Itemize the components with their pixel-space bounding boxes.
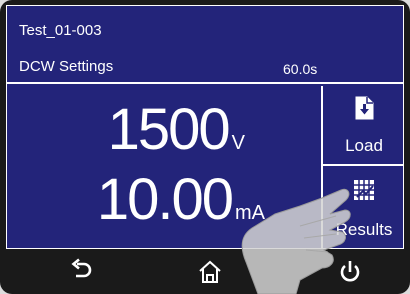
readout-panel[interactable]: 1500 V 10.00 mA <box>7 86 321 248</box>
header-panel: Test_01-003 DCW Settings 60.0s <box>7 6 403 84</box>
device-bezel: Test_01-003 DCW Settings 60.0s 1500 V 10.… <box>0 0 410 294</box>
results-grid-icon <box>354 180 374 200</box>
load-button[interactable]: Load <box>323 86 403 166</box>
power-icon[interactable] <box>336 258 364 286</box>
voltage-value: 1500 <box>107 97 231 162</box>
time-readout: 60.0s <box>283 61 318 77</box>
load-file-icon <box>355 96 374 120</box>
current-unit: mA <box>235 202 265 224</box>
test-name: Test_01-003 <box>19 22 102 39</box>
back-arrow-icon[interactable] <box>68 258 96 286</box>
side-panel: Load Results <box>321 86 403 248</box>
bottom-nav-bar <box>0 249 410 294</box>
home-icon[interactable] <box>196 258 224 286</box>
voltage-readout[interactable]: 1500 V <box>108 96 245 163</box>
results-label: Results <box>335 220 393 239</box>
voltage-unit: V <box>231 132 245 154</box>
touch-screen: Test_01-003 DCW Settings 60.0s 1500 V 10.… <box>6 5 404 249</box>
settings-title: DCW Settings <box>19 58 114 75</box>
current-readout[interactable]: 10.00 mA <box>97 166 265 233</box>
current-value: 10.00 <box>96 167 234 232</box>
load-label: Load <box>345 136 383 155</box>
results-button[interactable]: Results <box>323 168 403 248</box>
